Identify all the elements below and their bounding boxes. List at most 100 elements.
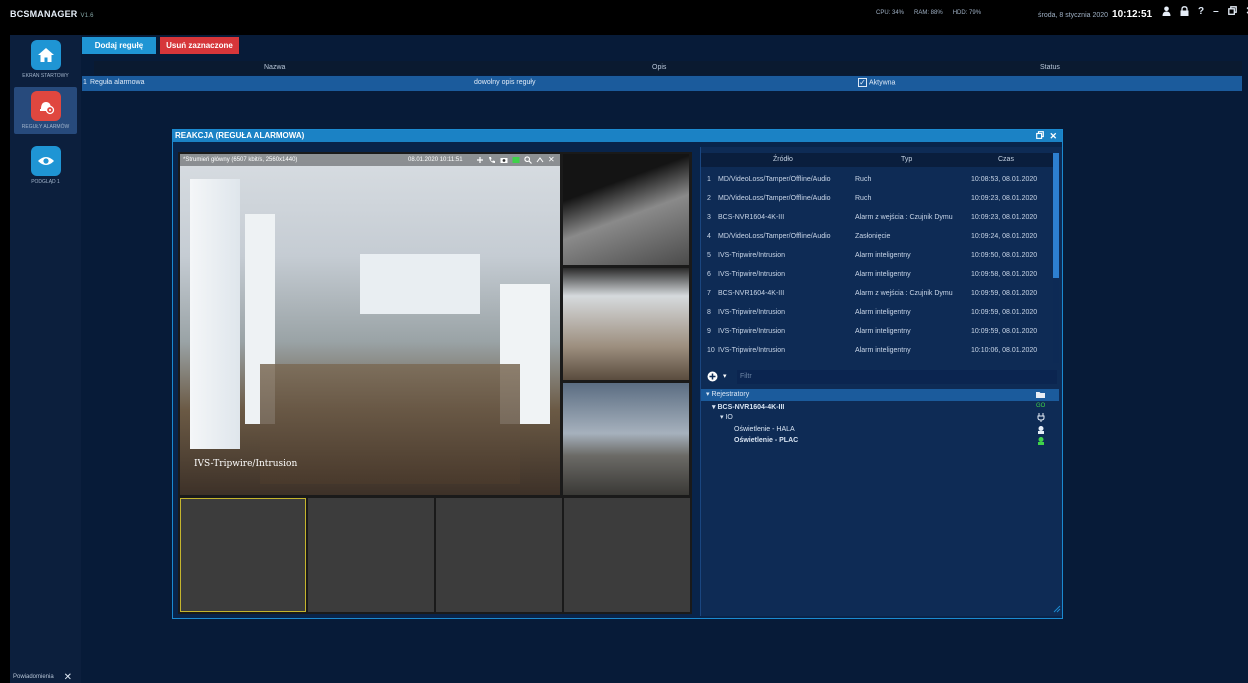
- current-time: 10:12:51: [1112, 9, 1153, 20]
- notifications-bar[interactable]: Powiadomienia ✕: [10, 672, 76, 683]
- restore-icon[interactable]: [1036, 131, 1047, 141]
- light-off-icon[interactable]: [1037, 425, 1045, 436]
- table-row[interactable]: 8 IVS-Tripwire/Intrusion Alarm inteligen…: [701, 304, 1053, 323]
- table-row[interactable]: 6 IVS-Tripwire/Intrusion Alarm inteligen…: [701, 266, 1053, 285]
- signal-icon[interactable]: [536, 156, 544, 166]
- tree-item-output[interactable]: Oświetlenie - HALA: [734, 426, 795, 433]
- io-plug-icon[interactable]: [1037, 413, 1045, 424]
- row-index: 1: [83, 79, 87, 86]
- camera-view-4[interactable]: [563, 383, 689, 495]
- status-label: Aktywna: [869, 79, 896, 87]
- event-type: Zasłonięcie: [855, 233, 891, 240]
- event-time: 10:09:58, 08.01.2020: [971, 271, 1038, 278]
- office-floor: [260, 364, 520, 484]
- camera-view-3[interactable]: [563, 268, 689, 380]
- empty-camera-slot[interactable]: [308, 498, 434, 612]
- table-row[interactable]: 9 IVS-Tripwire/Intrusion Alarm inteligen…: [701, 323, 1053, 342]
- event-type: Alarm inteligentny: [855, 252, 911, 259]
- camera-main-view[interactable]: *Strumień główny (6507 kbit/s, 2560x1440…: [180, 154, 560, 495]
- eye-icon: [30, 146, 61, 176]
- event-time: 10:09:50, 08.01.2020: [971, 252, 1038, 259]
- table-row[interactable]: 1 Reguła alarmowa dowolny opis reguły ✓ A…: [82, 76, 1242, 91]
- empty-camera-slot[interactable]: [564, 498, 690, 612]
- ptz-icon[interactable]: [476, 156, 484, 166]
- sidebar-item-home[interactable]: EKRAN STARTOWY: [14, 40, 77, 79]
- resize-grip-icon[interactable]: [1053, 605, 1061, 615]
- close-icon[interactable]: ✕: [64, 672, 72, 683]
- tree-root[interactable]: ▾ Rejestratory: [701, 389, 1059, 401]
- column-header-type[interactable]: Typ: [901, 156, 912, 163]
- tree-item-io[interactable]: ▾ IO: [720, 413, 733, 421]
- record-icon[interactable]: [512, 156, 520, 166]
- add-rule-button[interactable]: Dodaj regułę: [82, 37, 156, 54]
- event-type: Alarm inteligentny: [855, 271, 911, 278]
- lock-icon[interactable]: [1180, 6, 1189, 19]
- event-type: Alarm inteligentny: [855, 309, 911, 316]
- scrollbar-thumb[interactable]: [1053, 153, 1059, 278]
- sidebar-item-alarm-rules[interactable]: REGUŁY ALARMÓW: [14, 87, 77, 134]
- events-scrollbar[interactable]: [1053, 153, 1059, 363]
- camera-tools: ✕: [476, 156, 555, 166]
- rule-name: Reguła alarmowa: [90, 79, 145, 86]
- light-on-icon[interactable]: [1037, 436, 1045, 447]
- rules-table-header: Nazwa Opis Status: [94, 61, 1242, 75]
- rule-description: dowolny opis reguły: [474, 79, 536, 86]
- tree-item-device[interactable]: ▾ BCS-NVR1604-4K-III: [712, 403, 784, 411]
- table-row[interactable]: 4 MD/VideoLoss/Tamper/Offline/Audio Zasł…: [701, 228, 1053, 247]
- phone-icon[interactable]: [488, 156, 496, 166]
- sidebar-item-preview[interactable]: PODGLĄD 1: [14, 146, 77, 185]
- event-source: MD/VideoLoss/Tamper/Offline/Audio: [718, 195, 831, 202]
- add-icon[interactable]: [707, 371, 718, 384]
- cpu-usage: CPU: 34%: [876, 10, 905, 16]
- events-table-header: Źródło Typ Czas: [701, 153, 1053, 167]
- restore-icon[interactable]: [1227, 6, 1237, 19]
- event-source: BCS-NVR1604-4K-III: [718, 214, 785, 221]
- notifications-label: Powiadomienia: [13, 674, 54, 680]
- row-number: 9: [707, 328, 711, 335]
- window-controls: ? – ✕: [1162, 6, 1248, 19]
- table-row[interactable]: 5 IVS-Tripwire/Intrusion Alarm inteligen…: [701, 247, 1053, 266]
- event-type: Alarm z wejścia : Czujnik Dymu: [855, 214, 953, 221]
- table-row[interactable]: 2 MD/VideoLoss/Tamper/Offline/Audio Ruch…: [701, 190, 1053, 209]
- camera-view-2[interactable]: [563, 154, 689, 265]
- event-source: IVS-Tripwire/Intrusion: [718, 328, 786, 335]
- active-checkbox[interactable]: ✓: [858, 78, 867, 87]
- title-bar: BCSMANAGER V1.6 CPU: 34% RAM: 88% HDD: 79…: [0, 0, 1248, 35]
- camera-overlay-text: IVS-Tripwire/Intrusion: [194, 459, 298, 469]
- table-row[interactable]: 1 MD/VideoLoss/Tamper/Offline/Audio Ruch…: [701, 171, 1053, 190]
- table-row[interactable]: 3 BCS-NVR1604-4K-III Alarm z wejścia : C…: [701, 209, 1053, 228]
- tree-item-output[interactable]: Oświetlenie - PLAC: [734, 437, 798, 444]
- zoom-icon[interactable]: [524, 156, 532, 166]
- column-header-source[interactable]: Źródło: [773, 156, 793, 163]
- user-icon[interactable]: [1162, 6, 1171, 19]
- event-time: 10:09:59, 08.01.2020: [971, 290, 1038, 297]
- sidebar: EKRAN STARTOWY REGUŁY ALARMÓW PODGLĄD 1: [10, 35, 81, 683]
- row-number: 2: [707, 195, 711, 202]
- empty-camera-slot[interactable]: [436, 498, 562, 612]
- delete-selected-button[interactable]: Usuń zaznaczone: [160, 37, 239, 54]
- table-row[interactable]: 7 BCS-NVR1604-4K-III Alarm z wejścia : C…: [701, 285, 1053, 304]
- column-header-status[interactable]: Status: [1040, 64, 1060, 71]
- hdd-usage: HDD: 79%: [952, 10, 982, 16]
- column-header-description[interactable]: Opis: [652, 64, 666, 71]
- snapshot-icon[interactable]: [500, 156, 508, 166]
- column-header-time[interactable]: Czas: [998, 156, 1014, 163]
- close-icon[interactable]: ✕: [1049, 131, 1057, 141]
- folder-icon[interactable]: [1036, 391, 1045, 403]
- column-header-name[interactable]: Nazwa: [264, 64, 285, 71]
- minimize-icon[interactable]: –: [1213, 6, 1219, 19]
- clock: środa, 8 stycznia 2020 10:12:51: [1038, 9, 1152, 20]
- rule-status: ✓ Aktywna: [858, 78, 895, 87]
- event-time: 10:09:59, 08.01.2020: [971, 328, 1038, 335]
- dialog-title-bar[interactable]: REAKCJA (REGUŁA ALARMOWA) ✕: [173, 130, 1062, 142]
- row-number: 1: [707, 176, 711, 183]
- event-type: Alarm inteligentny: [855, 328, 911, 335]
- help-icon[interactable]: ?: [1198, 6, 1204, 19]
- table-row[interactable]: 10 IVS-Tripwire/Intrusion Alarm intelige…: [701, 342, 1053, 361]
- close-icon[interactable]: ✕: [548, 156, 555, 166]
- row-number: 5: [707, 252, 711, 259]
- event-type: Ruch: [855, 195, 872, 202]
- filter-input[interactable]: Filtr: [737, 370, 1057, 384]
- chevron-down-icon[interactable]: ▾: [723, 372, 727, 380]
- empty-camera-slot[interactable]: [180, 498, 306, 612]
